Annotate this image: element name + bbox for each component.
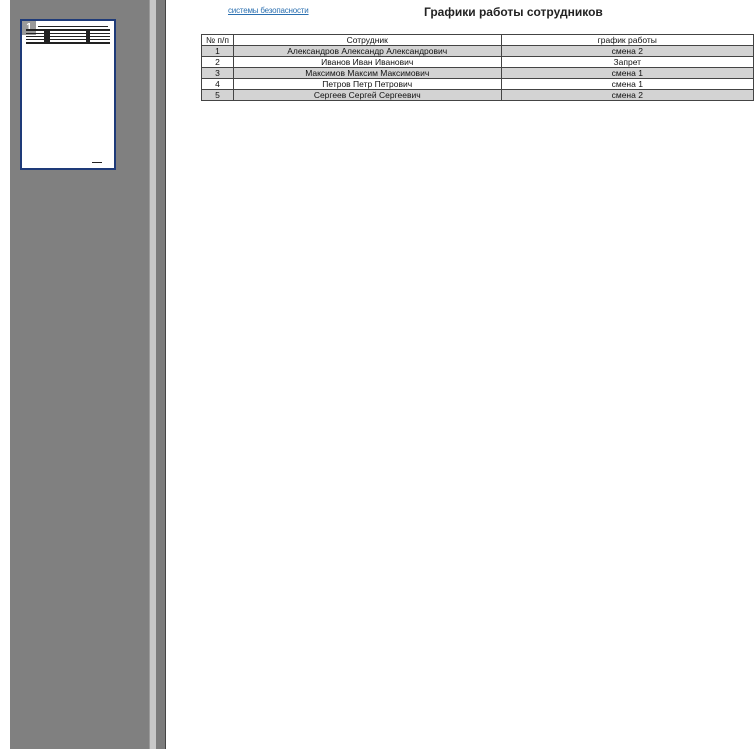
cell-employee: Сергеев Сергей Сергеевич [232,89,502,101]
cell-employee: Петров Петр Петрович [232,78,502,90]
column-header-employee: Сотрудник [232,34,502,46]
thumbnail-table-preview [44,31,50,44]
thumbnail-table-preview [26,39,110,40]
thumbnail-table-preview [26,36,110,37]
cell-number: 4 [201,78,234,90]
thumbnail-table-preview [26,42,110,44]
company-logo-text: системы безопасности [228,6,309,15]
cell-schedule: Запрет [500,56,754,68]
table-row: 4 Петров Петр Петрович смена 1 [201,78,754,90]
report-page: системы безопасности Графики работы сотр… [166,0,754,749]
table-row: 2 Иванов Иван Иванович Запрет [201,56,754,68]
cell-schedule: смена 1 [500,78,754,90]
thumbnail-footer-preview [92,162,102,163]
cell-schedule: смена 2 [500,89,754,101]
thumbnail-table-preview [86,31,90,44]
thumbnail-table-preview [38,26,108,27]
panel-splitter[interactable] [149,0,156,749]
thumbnail-table-preview [26,29,110,31]
cell-number: 2 [201,56,234,68]
cell-number: 3 [201,67,234,79]
window-left-edge [0,0,10,749]
cell-schedule: смена 1 [500,67,754,79]
thumbnail-panel[interactable]: 1 [10,0,149,749]
cell-number: 1 [201,45,234,57]
thumbnail-table-preview [26,33,110,34]
table-header-row: № п/п Сотрудник график работы [201,34,754,46]
cell-schedule: смена 2 [500,45,754,57]
table-row: 1 Александров Александр Александрович см… [201,45,754,57]
page-gutter [156,0,166,749]
page-title: Графики работы сотрудников [424,5,603,19]
page-thumbnail[interactable]: 1 [20,19,116,170]
table-row: 3 Максимов Максим Максимович смена 1 [201,67,754,79]
column-header-schedule: график работы [500,34,754,46]
cell-number: 5 [201,89,234,101]
column-header-number: № п/п [201,34,234,46]
cell-employee: Иванов Иван Иванович [232,56,502,68]
cell-employee: Александров Александр Александрович [232,45,502,57]
table-row: 5 Сергеев Сергей Сергеевич смена 2 [201,89,754,101]
schedule-table: № п/п Сотрудник график работы 1 Александ… [201,34,754,101]
cell-employee: Максимов Максим Максимович [232,67,502,79]
